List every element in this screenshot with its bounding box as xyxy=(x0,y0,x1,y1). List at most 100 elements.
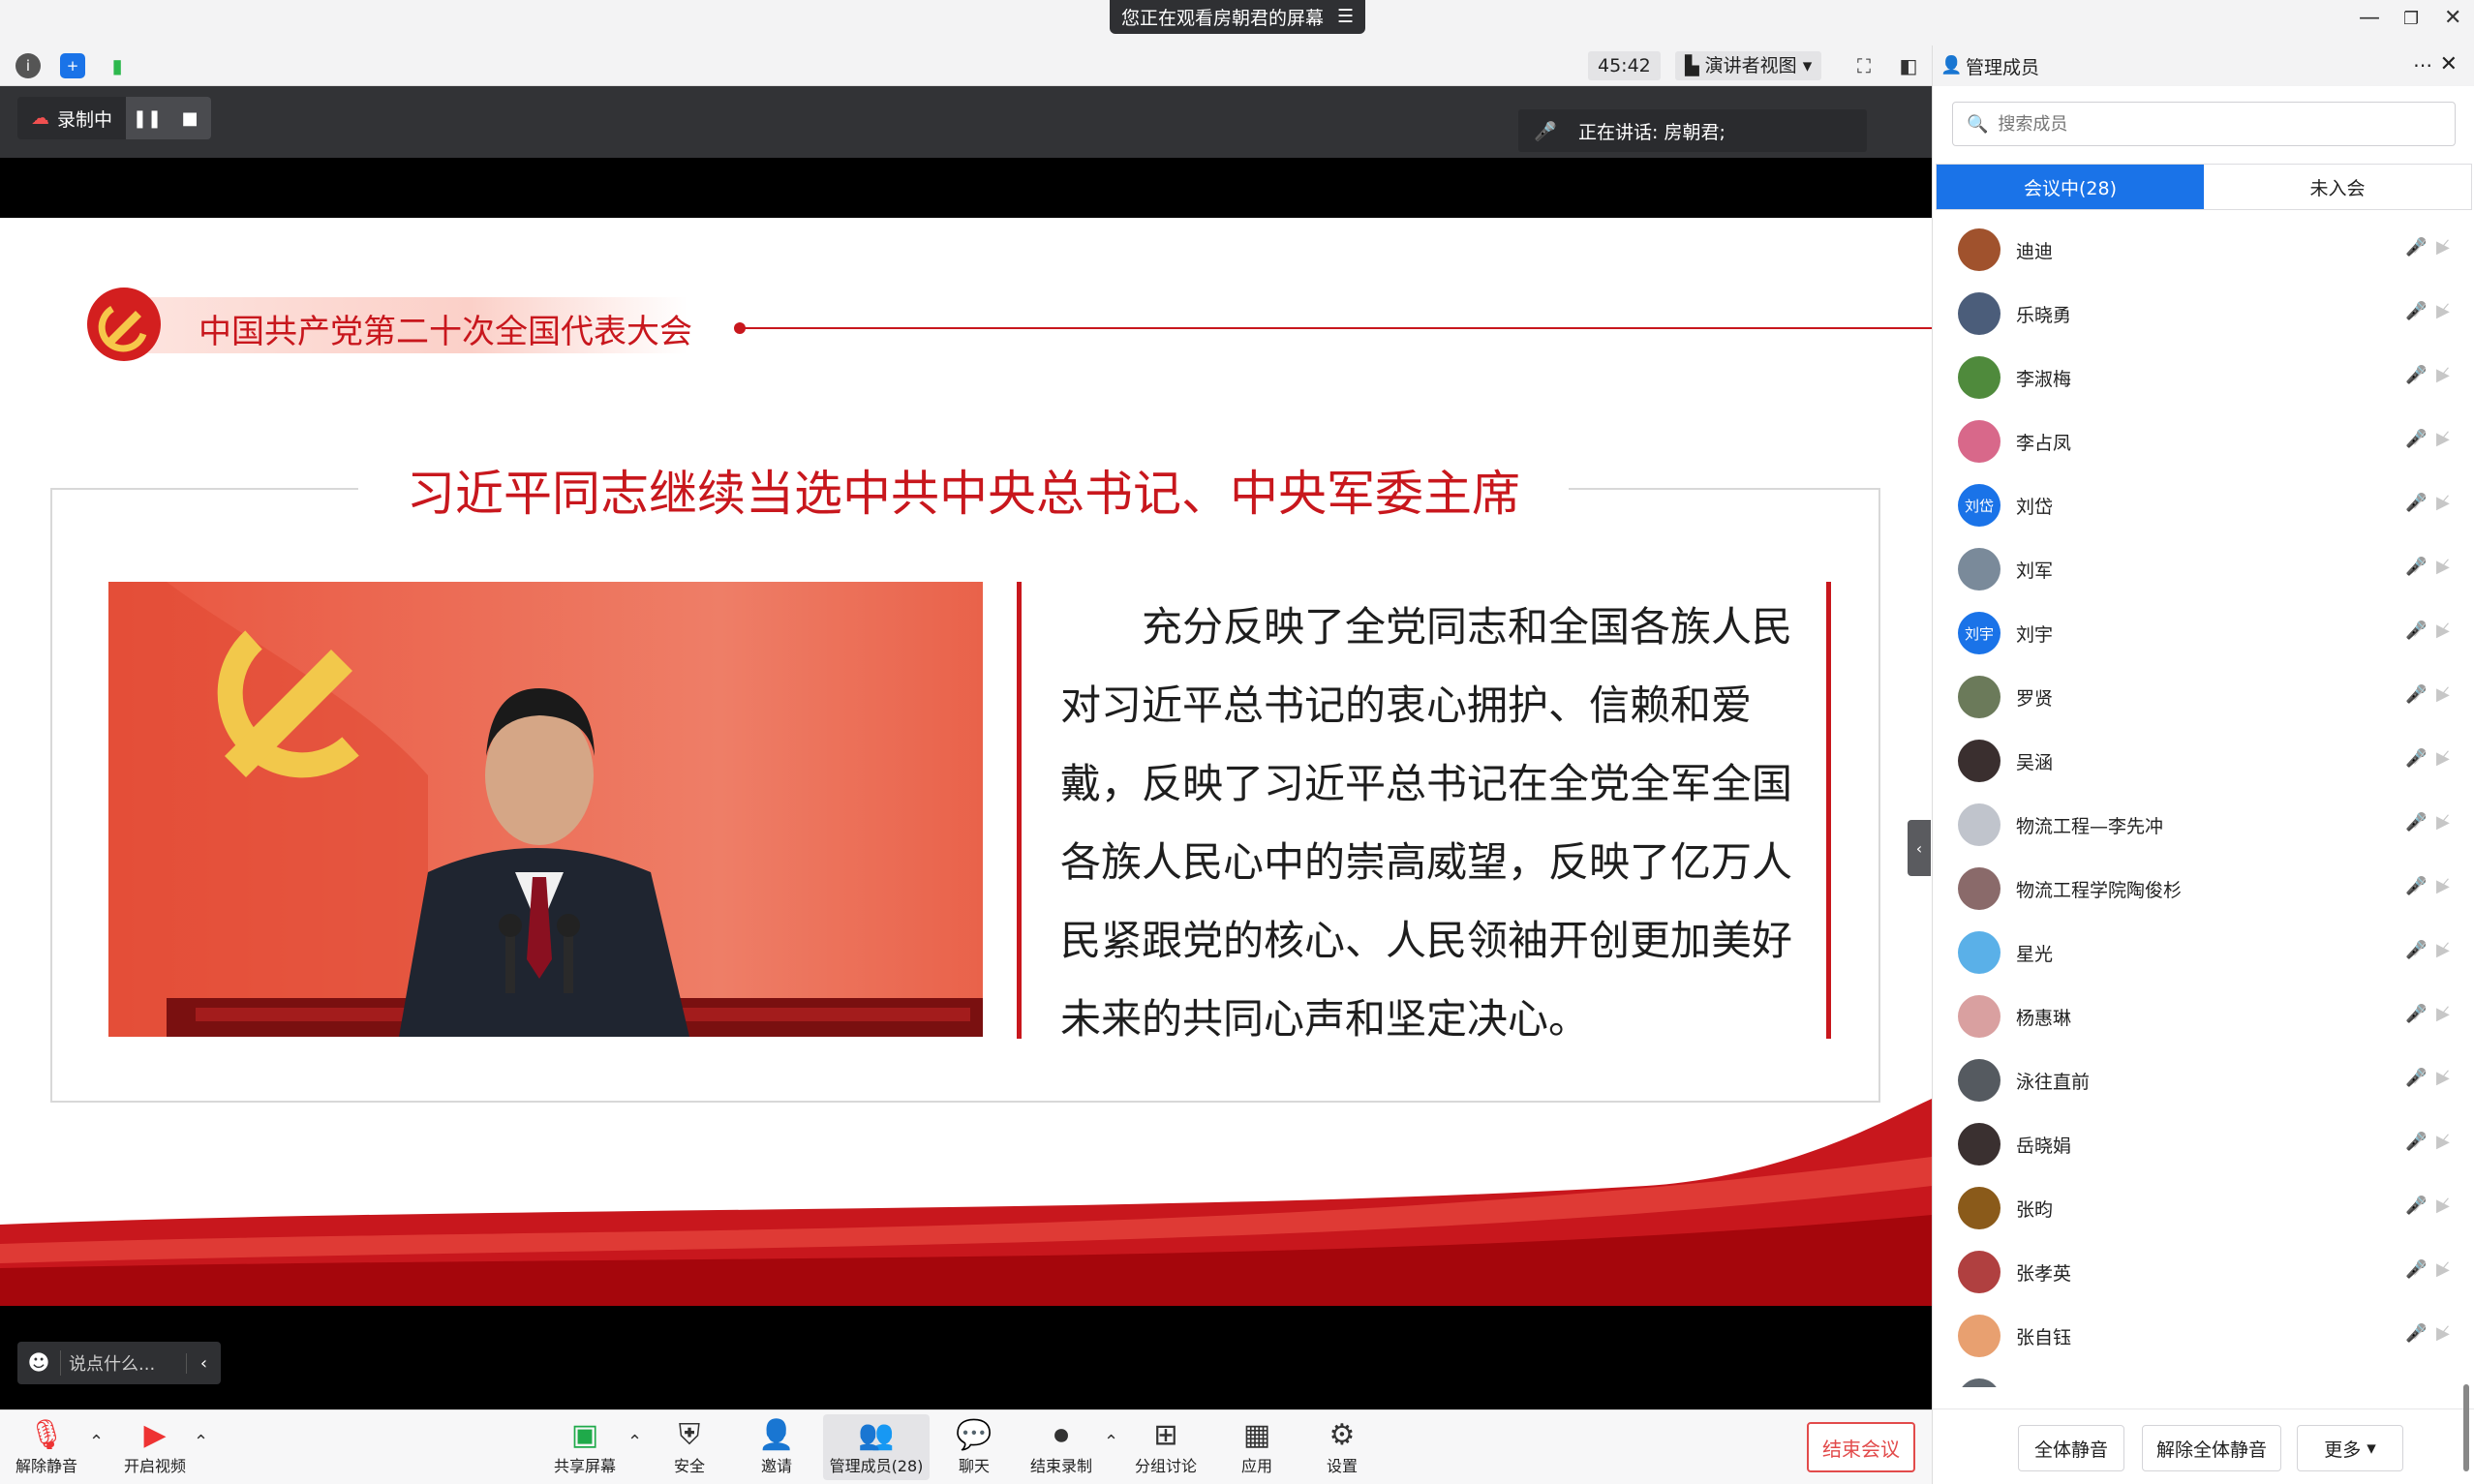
restore-icon[interactable]: ❐ xyxy=(2403,9,2419,29)
mic-muted-icon[interactable]: 🎤̸ xyxy=(2405,1259,2427,1280)
camera-off-icon[interactable]: ▶̸ xyxy=(2436,301,2450,321)
camera-off-icon[interactable]: ▶̸ xyxy=(2436,237,2450,257)
shield-icon[interactable]: + xyxy=(60,53,85,78)
more-options-icon[interactable]: ⋯ xyxy=(2413,53,2432,76)
member-row[interactable]: 李占凤 🎤̸ ▶̸ xyxy=(1933,409,2474,473)
mic-muted-icon[interactable]: 🎤̸ xyxy=(2405,1132,2427,1152)
camera-off-icon[interactable]: ▶̸ xyxy=(2436,365,2450,385)
member-row[interactable]: 李淑梅 🎤̸ ▶̸ xyxy=(1933,346,2474,409)
view-switch-button[interactable]: ▙ 演讲者视图 ▾ xyxy=(1675,51,1822,80)
mute-all-button[interactable]: 全体静音 xyxy=(2018,1425,2124,1471)
camera-off-icon[interactable]: ▶̸ xyxy=(2436,876,2450,896)
camera-off-icon[interactable]: ▶̸ xyxy=(2436,1068,2450,1088)
breakout-button[interactable]: ⊞ 分组讨论 xyxy=(1131,1414,1201,1480)
more-button[interactable]: 更多 ▾ xyxy=(2297,1425,2403,1471)
pause-recording-button[interactable]: ❚❚ xyxy=(126,97,169,139)
mic-muted-icon[interactable]: 🎤̸ xyxy=(2405,365,2427,385)
camera-off-icon[interactable]: ▶̸ xyxy=(2436,493,2450,513)
chat-button[interactable]: 💬 聊天 xyxy=(949,1414,999,1480)
camera-off-icon[interactable]: ▶̸ xyxy=(2436,1004,2450,1024)
member-row[interactable]: 杨惠琳 🎤̸ ▶̸ xyxy=(1933,984,2474,1048)
invite-button[interactable]: 👤 邀请 xyxy=(751,1414,802,1480)
apps-button[interactable]: ▦ 应用 xyxy=(1232,1414,1282,1480)
member-row[interactable]: 物流工程—李先冲 🎤̸ ▶̸ xyxy=(1933,793,2474,857)
tab-not-joined[interactable]: 未入会 xyxy=(2204,165,2471,209)
mic-muted-icon[interactable]: 🎤̸ xyxy=(2405,493,2427,513)
mic-muted-icon[interactable]: 🎤̸ xyxy=(2405,237,2427,257)
member-row[interactable]: 张昀 🎤̸ ▶̸ xyxy=(1933,1176,2474,1240)
chat-placeholder[interactable]: 说点什么... xyxy=(60,1350,186,1376)
member-row[interactable]: 刘岱 刘岱 🎤̸ ▶̸ xyxy=(1933,473,2474,537)
camera-off-icon[interactable]: ▶̸ xyxy=(2436,748,2450,769)
member-row[interactable]: 张孝英 🎤̸ ▶̸ xyxy=(1933,1240,2474,1304)
fullscreen-icon[interactable]: ⛶ xyxy=(1851,53,1877,78)
end-meeting-button[interactable]: 结束会议 xyxy=(1807,1422,1915,1472)
info-icon[interactable]: i xyxy=(15,53,41,78)
mic-muted-icon[interactable]: 🎤̸ xyxy=(2405,1004,2427,1024)
member-row[interactable]: 乐晓勇 🎤̸ ▶̸ xyxy=(1933,282,2474,346)
emoji-icon[interactable]: ☻ xyxy=(17,1351,60,1376)
member-row[interactable]: 刘宇 刘宇 🎤̸ ▶̸ xyxy=(1933,601,2474,665)
chevron-left-icon[interactable]: ‹ xyxy=(186,1352,221,1374)
manage-members-button[interactable]: 👥 管理成员(28) xyxy=(823,1414,930,1480)
member-row[interactable]: 吴涵 🎤̸ ▶̸ xyxy=(1933,729,2474,793)
mic-muted-icon[interactable]: 🎤̸ xyxy=(2405,684,2427,705)
member-row[interactable]: 泳往直前 🎤̸ ▶̸ xyxy=(1933,1048,2474,1112)
mic-muted-icon[interactable]: 🎤̸ xyxy=(2405,876,2427,896)
camera-off-icon[interactable]: ▶̸ xyxy=(2436,1323,2450,1344)
close-window-icon[interactable]: ✕ xyxy=(2444,6,2461,30)
search-input[interactable] xyxy=(1998,113,2425,135)
camera-off-icon[interactable]: ▶̸ xyxy=(2436,621,2450,641)
member-row[interactable]: 罗贤 🎤̸ ▶̸ xyxy=(1933,665,2474,729)
avatar xyxy=(1958,548,2001,591)
member-row[interactable]: 刘军 🎤̸ ▶̸ xyxy=(1933,537,2474,601)
sidebar-toggle-icon[interactable]: ◧ xyxy=(1896,53,1921,78)
share-options-chevron-icon[interactable]: ⌃ xyxy=(627,1432,642,1452)
camera-off-icon[interactable]: ▶̸ xyxy=(2436,557,2450,577)
mic-muted-icon[interactable]: 🎤̸ xyxy=(2405,1068,2427,1088)
mic-muted-icon[interactable]: 🎤̸ xyxy=(2405,812,2427,833)
member-search[interactable]: 🔍 xyxy=(1952,102,2456,146)
close-panel-icon[interactable]: ✕ xyxy=(2440,52,2458,76)
security-button[interactable]: ⛨ 安全 xyxy=(664,1414,715,1480)
mic-muted-icon[interactable]: 🎤̸ xyxy=(2405,621,2427,641)
banner-menu-icon[interactable]: ☰ xyxy=(1337,6,1354,27)
member-row[interactable]: 迪迪 🎤̸ ▶̸ xyxy=(1933,218,2474,282)
share-screen-button[interactable]: ▣ 共享屏幕 xyxy=(550,1414,620,1480)
mic-muted-icon[interactable]: 🎤̸ xyxy=(2405,301,2427,321)
unmute-all-button[interactable]: 解除全体静音 xyxy=(2142,1425,2281,1471)
minimize-icon[interactable]: — xyxy=(2359,6,2380,30)
collapse-panel-button[interactable]: ‹ xyxy=(1908,820,1931,876)
member-row[interactable]: 张自钰 🎤̸ ▶̸ xyxy=(1933,1304,2474,1368)
member-row[interactable]: 星光 🎤̸ ▶̸ xyxy=(1933,921,2474,984)
mic-muted-icon[interactable]: 🎤̸ xyxy=(2405,748,2427,769)
member-list-scrollbar[interactable] xyxy=(2463,1384,2469,1471)
camera-off-icon[interactable]: ▶̸ xyxy=(2436,940,2450,960)
audio-options-chevron-icon[interactable]: ⌃ xyxy=(89,1432,104,1452)
settings-button[interactable]: ⚙ 设置 xyxy=(1317,1414,1367,1480)
camera-off-icon[interactable]: ▶̸ xyxy=(2436,1259,2450,1280)
unmute-button[interactable]: 🎙 解除静音 xyxy=(12,1414,81,1480)
camera-off-icon[interactable]: ▶̸ xyxy=(2436,1132,2450,1152)
camera-off-icon[interactable]: ▶̸ xyxy=(2436,1196,2450,1216)
camera-off-icon[interactable]: ▶̸ xyxy=(2436,684,2450,705)
screen-share-banner[interactable]: 您正在观看房朝君的屏幕 ☰ xyxy=(1110,0,1365,34)
video-options-chevron-icon[interactable]: ⌃ xyxy=(194,1432,208,1452)
camera-off-icon[interactable]: ▶̸ xyxy=(2436,812,2450,833)
mic-muted-icon[interactable]: 🎤̸ xyxy=(2405,557,2427,577)
mic-muted-icon[interactable]: 🎤̸ xyxy=(2405,1196,2427,1216)
record-options-chevron-icon[interactable]: ⌃ xyxy=(1104,1432,1118,1452)
end-recording-button[interactable]: ⏺ 结束录制 xyxy=(1026,1414,1096,1480)
mic-muted-icon[interactable]: 🎤̸ xyxy=(2405,429,2427,449)
start-video-button[interactable]: ▶ 开启视频 xyxy=(116,1414,194,1480)
mic-muted-icon[interactable]: 🎤̸ xyxy=(2405,940,2427,960)
quick-chat-box[interactable]: ☻ 说点什么... ‹ xyxy=(17,1342,221,1384)
member-row[interactable]: 岳晓娟 🎤̸ ▶̸ xyxy=(1933,1112,2474,1176)
mic-muted-icon[interactable]: 🎤̸ xyxy=(2405,1323,2427,1344)
member-row[interactable]: 物流工程学院陶俊杉 🎤̸ ▶̸ xyxy=(1933,857,2474,921)
camera-off-icon[interactable]: ▶̸ xyxy=(2436,429,2450,449)
stop-recording-button[interactable]: ■ xyxy=(168,97,212,139)
member-row[interactable]: 物流工程学院林路🎤̸▶̸ xyxy=(1933,1368,2474,1387)
signal-icon[interactable]: ▮ xyxy=(105,53,130,78)
tab-in-meeting[interactable]: 会议中(28) xyxy=(1937,165,2204,209)
